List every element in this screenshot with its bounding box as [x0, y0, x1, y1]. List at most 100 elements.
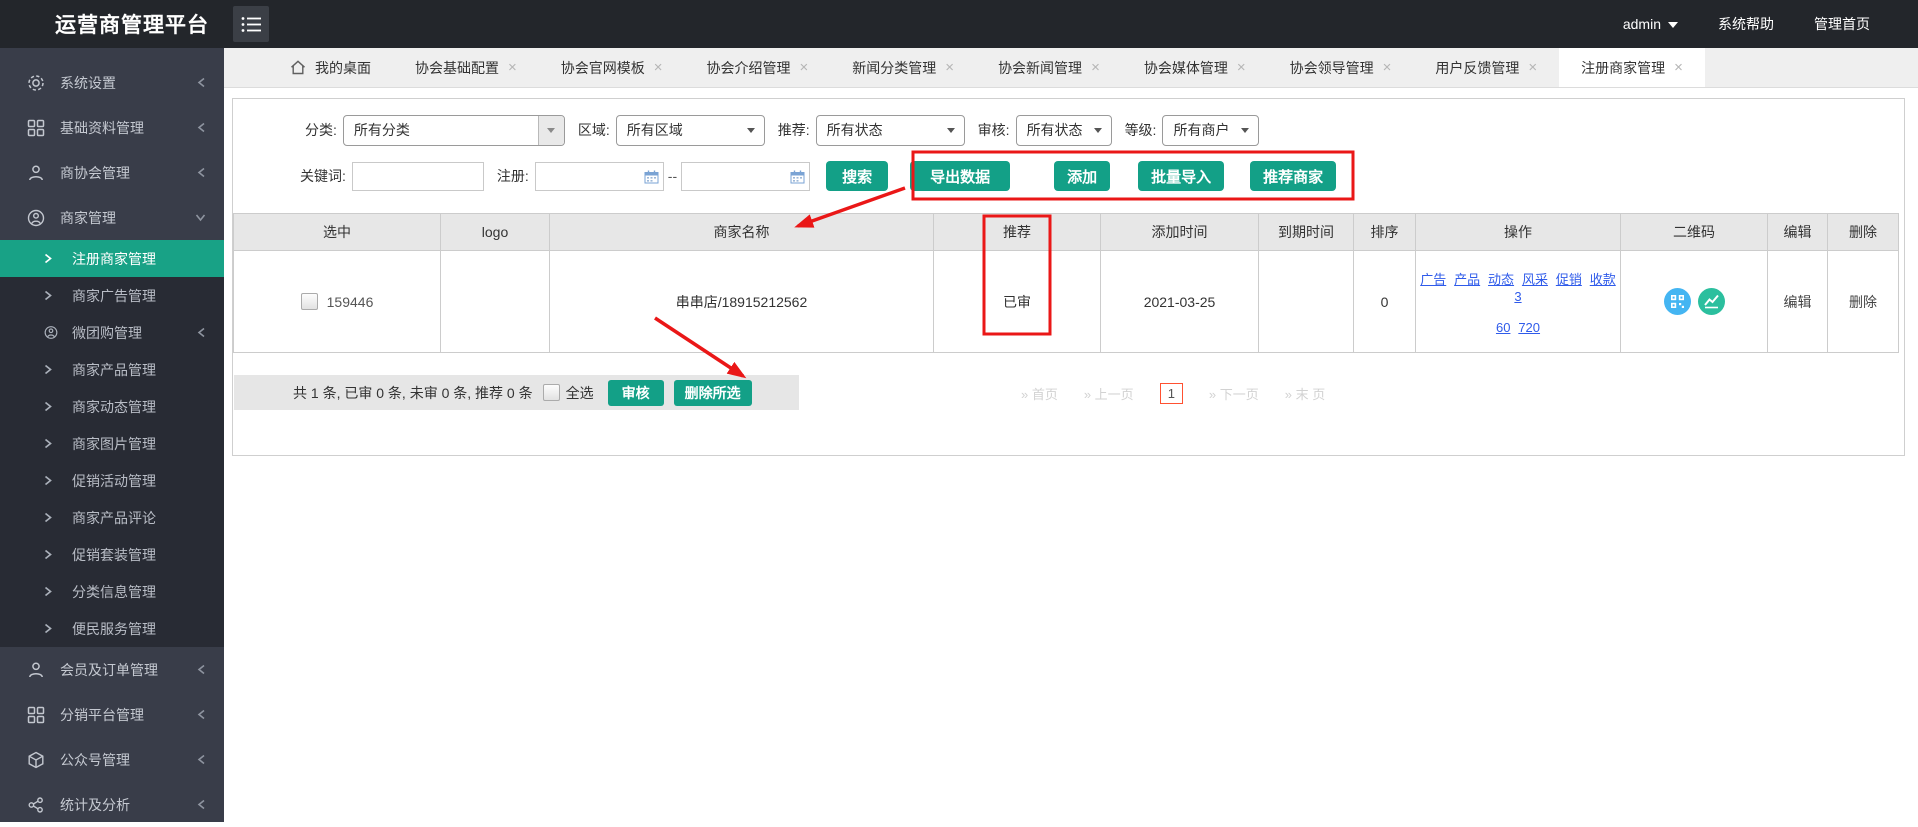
sidebar-item-category-info[interactable]: 分类信息管理: [0, 573, 224, 610]
select-all-checkbox[interactable]: [542, 384, 560, 401]
tab-association-website[interactable]: 协会官网模板 ×: [539, 48, 685, 87]
sidebar-item-promotions[interactable]: 促销活动管理: [0, 462, 224, 499]
row-checkbox[interactable]: [300, 293, 318, 310]
edit-link[interactable]: 编辑: [1784, 294, 1812, 310]
sidebar-item-official-account[interactable]: 公众号管理: [0, 737, 224, 782]
hamburger-menu-icon[interactable]: [233, 6, 269, 42]
admin-home-link[interactable]: 管理首页: [1814, 14, 1870, 34]
close-icon[interactable]: ×: [508, 59, 517, 76]
chevron-left-icon: [197, 327, 206, 338]
op-link-promo[interactable]: 促销: [1556, 272, 1582, 287]
sidebar-item-members-orders[interactable]: 会员及订单管理: [0, 647, 224, 692]
qrcode-icon[interactable]: [1663, 288, 1691, 315]
page-next[interactable]: » 下一页: [1209, 384, 1259, 403]
system-help-link[interactable]: 系统帮助: [1718, 14, 1774, 34]
cell-operations: 广告 产品 动态 风采 促销 收款 3 60 720: [1415, 250, 1621, 353]
audit-button[interactable]: 审核: [607, 379, 664, 406]
close-icon[interactable]: ×: [654, 59, 663, 76]
arrow-right-icon: [44, 549, 58, 560]
close-icon[interactable]: ×: [945, 59, 954, 76]
sidebar-item-merchant-images[interactable]: 商家图片管理: [0, 425, 224, 462]
cube-icon: [26, 751, 46, 769]
delete-selected-button[interactable]: 删除所选: [673, 379, 752, 406]
tab-association-media[interactable]: 协会媒体管理 ×: [1122, 48, 1268, 87]
chevron-left-icon: [197, 167, 206, 178]
stats-chart-icon[interactable]: [1697, 288, 1725, 315]
close-icon[interactable]: ×: [1383, 59, 1392, 76]
close-icon[interactable]: ×: [1091, 59, 1100, 76]
app-title: 运营商管理平台: [55, 14, 209, 37]
sidebar-item-business-association[interactable]: 商协会管理: [0, 150, 224, 195]
sidebar-item-system-settings[interactable]: 系统设置: [0, 60, 224, 105]
page-first[interactable]: » 首页: [1021, 384, 1058, 403]
category-select[interactable]: 所有分类: [342, 114, 565, 146]
add-button[interactable]: 添加: [1054, 161, 1111, 191]
sidebar-item-registered-merchants[interactable]: 注册商家管理: [0, 240, 224, 277]
op-link-products[interactable]: 产品: [1454, 272, 1480, 287]
col-delete: 删除: [1827, 213, 1899, 251]
tab-news-categories[interactable]: 新闻分类管理 ×: [830, 48, 976, 87]
audit-select[interactable]: 所有状态: [1015, 114, 1112, 146]
col-selected: 选中: [233, 213, 441, 251]
calendar-icon: [644, 170, 659, 183]
username: admin: [1622, 16, 1661, 32]
sidebar-item-micro-groupbuy[interactable]: 微团购管理: [0, 314, 224, 351]
level-select[interactable]: 所有商户: [1162, 114, 1260, 146]
cell-selected: 159446: [233, 250, 441, 353]
page-last[interactable]: » 末 页: [1285, 384, 1325, 403]
cell-qrcode: [1620, 250, 1768, 353]
region-select[interactable]: 所有区域: [615, 114, 765, 146]
user-menu[interactable]: admin: [1623, 16, 1678, 32]
sidebar-item-merchant-news[interactable]: 商家动态管理: [0, 388, 224, 425]
gear-icon: [26, 74, 46, 92]
cell-sort: 0: [1353, 250, 1416, 353]
arrow-right-icon: [44, 512, 58, 523]
tab-user-feedback[interactable]: 用户反馈管理 ×: [1413, 48, 1559, 87]
tab-my-desktop[interactable]: 我的桌面: [268, 48, 393, 87]
tab-association-news[interactable]: 协会新闻管理 ×: [976, 48, 1122, 87]
op-link-payment[interactable]: 收款: [1590, 272, 1616, 287]
keyword-input[interactable]: [351, 161, 484, 191]
close-icon[interactable]: ×: [1237, 59, 1246, 76]
delete-link[interactable]: 删除: [1849, 294, 1877, 310]
table-footer-bar: 共 1 条, 已审 0 条, 未审 0 条, 推荐 0 条 全选 审核 删除所选: [234, 375, 799, 410]
region-label: 区域:: [577, 122, 610, 138]
arrow-right-icon: [44, 475, 58, 486]
sidebar-item-merchant-ads[interactable]: 商家广告管理: [0, 277, 224, 314]
batch-import-button[interactable]: 批量导入: [1138, 161, 1225, 191]
date-range-separator: --: [667, 168, 678, 184]
tab-association-leaders[interactable]: 协会领导管理 ×: [1268, 48, 1414, 87]
recommend-merchant-button[interactable]: 推荐商家: [1250, 161, 1337, 191]
dropdown-caret-icon: [1241, 127, 1250, 133]
sidebar-item-product-reviews[interactable]: 商家产品评论: [0, 499, 224, 536]
sidebar-item-merchant-management[interactable]: 商家管理: [0, 195, 224, 240]
op-link-720[interactable]: 720: [1518, 320, 1540, 335]
export-data-button[interactable]: 导出数据: [910, 161, 1011, 191]
tab-association-config[interactable]: 协会基础配置 ×: [393, 48, 539, 87]
merchant-panel: 分类: 所有分类 区域: 所有区域 推荐: 所有状态 审核: 所有状态 等级: …: [232, 98, 1905, 456]
sidebar-item-convenience-services[interactable]: 便民服务管理: [0, 610, 224, 647]
sidebar-item-statistics[interactable]: 统计及分析: [0, 782, 224, 827]
register-date-from-input[interactable]: [534, 161, 664, 191]
sidebar-item-merchant-products[interactable]: 商家产品管理: [0, 351, 224, 388]
arrow-right-icon: [44, 586, 58, 597]
page-prev[interactable]: » 上一页: [1084, 384, 1134, 403]
op-links-line1: 广告 产品 动态 风采 促销 收款 3: [1416, 269, 1620, 304]
op-link-ads[interactable]: 广告: [1420, 272, 1446, 287]
op-link-news[interactable]: 动态: [1488, 272, 1514, 287]
close-icon[interactable]: ×: [1674, 59, 1683, 76]
tab-association-intro[interactable]: 协会介绍管理 ×: [685, 48, 831, 87]
arrow-right-icon: [44, 253, 58, 264]
sidebar-item-promo-packages[interactable]: 促销套装管理: [0, 536, 224, 573]
sidebar-item-distribution-platform[interactable]: 分销平台管理: [0, 692, 224, 737]
register-date-to-input[interactable]: [681, 161, 811, 191]
op-link-style[interactable]: 风采: [1522, 272, 1548, 287]
op-link-60[interactable]: 60: [1496, 320, 1510, 335]
close-icon[interactable]: ×: [800, 59, 809, 76]
recommend-select[interactable]: 所有状态: [815, 114, 965, 146]
close-icon[interactable]: ×: [1528, 59, 1537, 76]
search-button[interactable]: 搜索: [826, 161, 889, 191]
tab-registered-merchants[interactable]: 注册商家管理 ×: [1559, 48, 1705, 87]
sidebar-item-basic-data[interactable]: 基础资料管理: [0, 105, 224, 150]
op-link-3[interactable]: 3: [1514, 289, 1521, 304]
